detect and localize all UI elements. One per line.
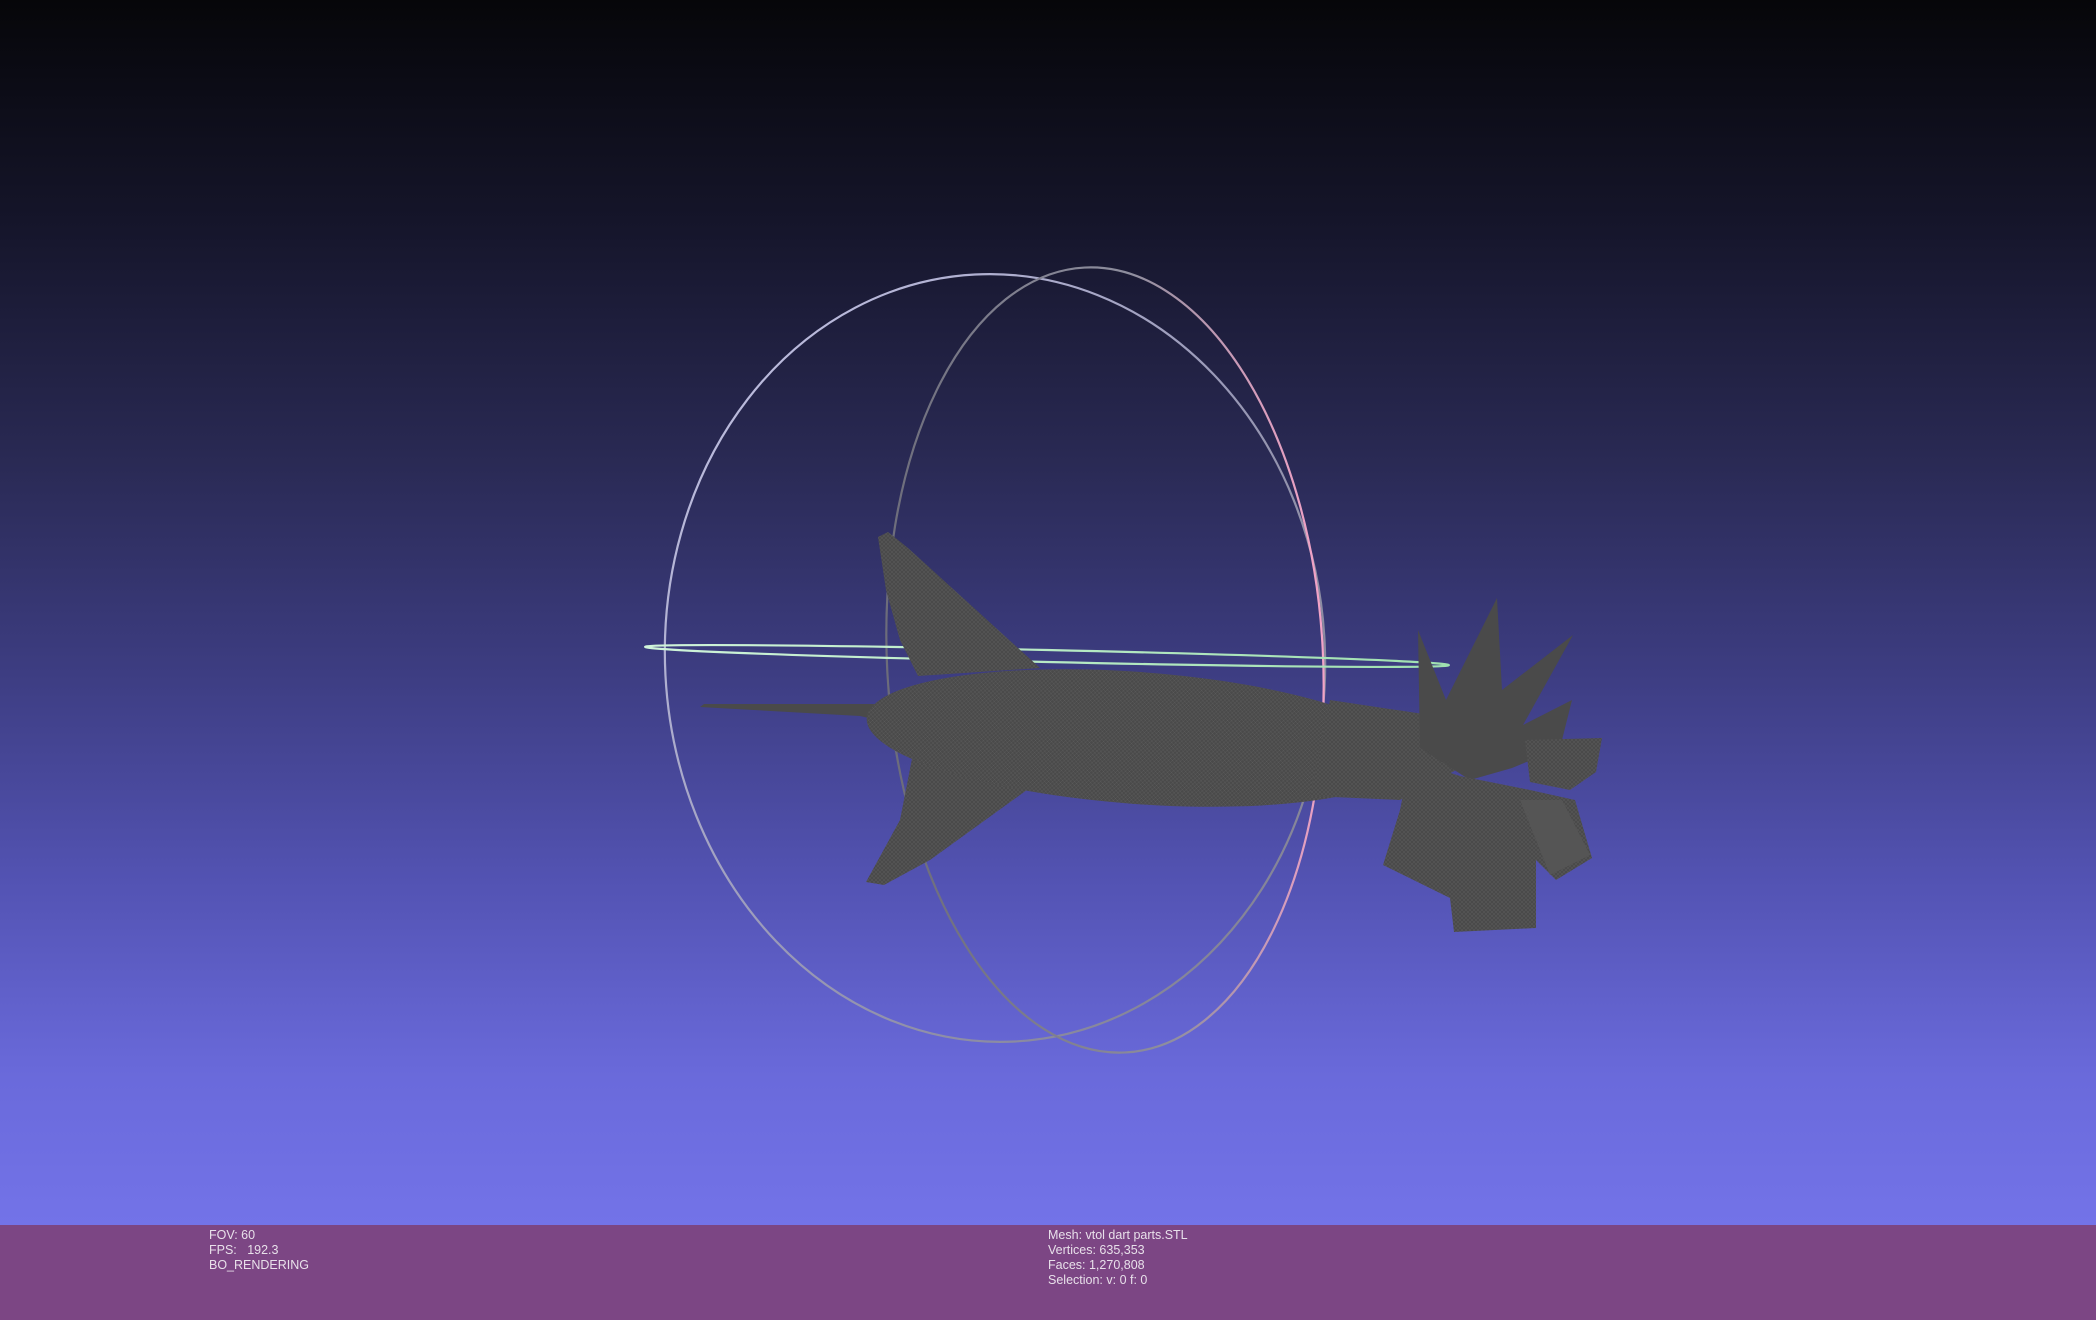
trackball-ring-c[interactable]: [644, 641, 1450, 671]
nose-probe: [700, 704, 886, 722]
selection-readout: Selection: v: 0 f: 0: [1048, 1273, 1148, 1287]
vertices-readout: Vertices: 635,353: [1048, 1243, 1145, 1257]
render-info-panel: FOV: 60 FPS: 192.3 BO_RENDERING: [209, 1228, 309, 1273]
fov-readout: FOV: 60: [209, 1228, 256, 1242]
faces-readout: Faces: 1,270,808: [1048, 1258, 1145, 1272]
3d-viewport[interactable]: [0, 0, 2096, 1225]
render-mode-readout: BO_RENDERING: [209, 1258, 310, 1272]
fps-readout: FPS: 192.3: [209, 1243, 279, 1257]
mesh-info-panel: Mesh: vtol dart parts.STL Vertices: 635,…: [1048, 1228, 1188, 1288]
status-info-bar: FOV: 60 FPS: 192.3 BO_RENDERING Mesh: vt…: [0, 1225, 2096, 1320]
mesh-name-readout: Mesh: vtol dart parts.STL: [1048, 1228, 1188, 1242]
mesh-model[interactable]: [700, 532, 1602, 932]
upper-fin: [878, 532, 1040, 676]
scene-canvas[interactable]: [0, 0, 2096, 1225]
rear-nacelle-right: [1525, 738, 1602, 790]
